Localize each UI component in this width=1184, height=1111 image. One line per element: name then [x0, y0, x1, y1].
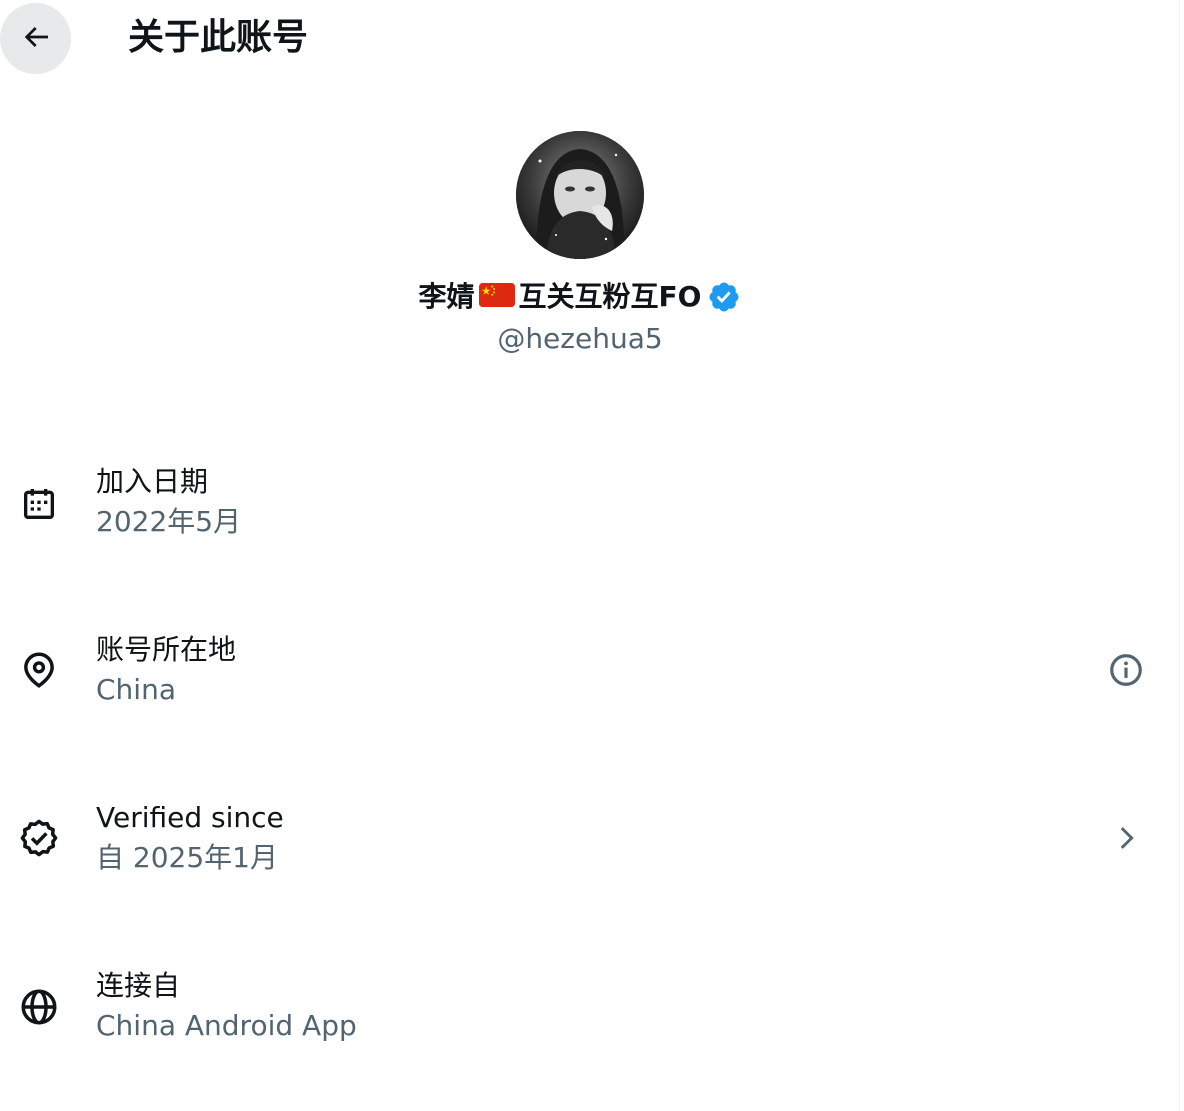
globe-icon: [18, 986, 60, 1028]
account-location-row: 账号所在地 China: [0, 632, 1160, 732]
header: 关于此账号: [0, 0, 1180, 76]
account-location-value: China: [96, 673, 176, 706]
connected-via-label: 连接自: [96, 969, 181, 1002]
avatar[interactable]: [516, 131, 644, 259]
connected-via-row: 连接自 China Android App: [0, 968, 1160, 1068]
verified-outline-icon: [18, 817, 60, 859]
joined-date-text: 加入日期 2022年5月: [96, 464, 241, 540]
location-pin-icon: [18, 649, 60, 691]
divider: [1179, 0, 1180, 1111]
display-name-prefix: 李婧: [418, 280, 475, 313]
arrow-left-icon: [20, 21, 52, 57]
verified-since-row[interactable]: Verified since 自 2025年1月: [0, 800, 1160, 900]
china-flag-icon: [478, 282, 515, 312]
display-name-suffix: 互关互粉互FO: [518, 280, 702, 313]
verified-since-text: Verified since 自 2025年1月: [96, 800, 284, 876]
back-button[interactable]: [0, 3, 71, 74]
joined-date-label: 加入日期: [96, 465, 209, 498]
chevron-right-icon[interactable]: [1106, 818, 1146, 858]
connected-via-text: 连接自 China Android App: [96, 968, 357, 1044]
account-location-text: 账号所在地 China: [96, 632, 236, 708]
about-account-page: 关于此账号 李婧 互关互粉互FO @hezehua5 加入日期 2022年5月 …: [0, 0, 1184, 1111]
verified-since-value: 自 2025年1月: [96, 841, 278, 874]
joined-date-row: 加入日期 2022年5月: [0, 464, 1160, 564]
info-icon[interactable]: [1106, 650, 1146, 690]
joined-date-value: 2022年5月: [96, 505, 242, 538]
calendar-icon: [18, 483, 60, 525]
page-title: 关于此账号: [128, 17, 309, 58]
account-location-label: 账号所在地: [96, 633, 237, 666]
connected-via-value: China Android App: [96, 1009, 357, 1042]
display-name-row: 李婧 互关互粉互FO: [0, 277, 1160, 317]
verified-badge-icon[interactable]: [707, 280, 741, 314]
handle: @hezehua5: [497, 322, 663, 355]
profile-summary: 李婧 互关互粉互FO @hezehua5: [0, 131, 1160, 359]
verified-since-label: Verified since: [96, 801, 284, 834]
